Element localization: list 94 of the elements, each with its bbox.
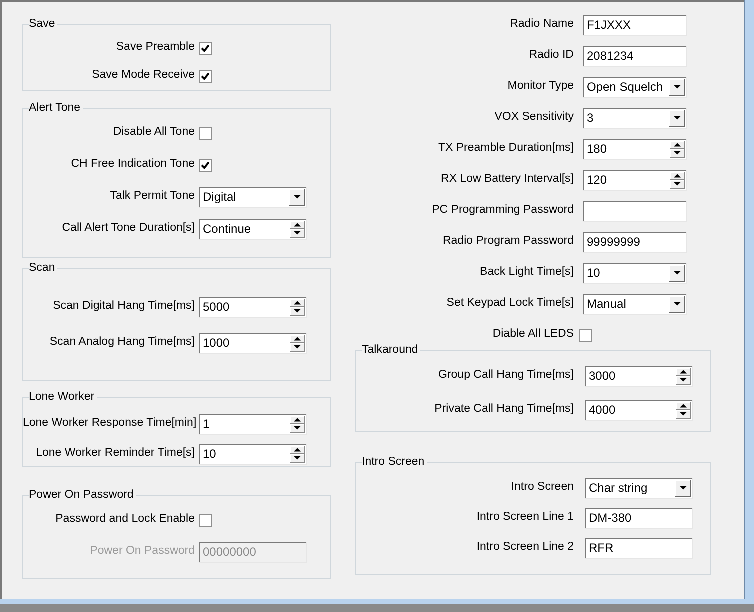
dropdown[interactable]: Digital (199, 186, 307, 208)
spin-box[interactable]: 1000 (199, 332, 307, 354)
up-triangle-icon (294, 222, 301, 226)
up-triangle-icon (294, 418, 301, 422)
field-label: Group Call Hang Time[ms] (438, 368, 574, 384)
field-label: Power On Password (89, 544, 195, 560)
up-triangle-icon (294, 300, 301, 304)
down-triangle-icon (674, 302, 680, 306)
field-label: TX Preamble Duration[ms] (438, 141, 574, 156)
checkbox[interactable] (199, 42, 212, 54)
checkbox[interactable] (199, 158, 212, 172)
down-triangle-icon (680, 378, 687, 382)
field-label: Save Preamble (115, 40, 195, 56)
field-label: Lone Worker Reminder Time[s] (35, 446, 195, 462)
spin-up-button[interactable] (670, 172, 685, 180)
field-label: Disable All Tone (112, 125, 195, 140)
field-label: CH Free Indication Tone (70, 157, 195, 172)
field-label: Radio Name (509, 17, 574, 32)
text-field[interactable]: RFR (585, 538, 693, 558)
field-label: Talk Permit Tone (109, 189, 195, 204)
up-triangle-icon (294, 336, 301, 340)
spin-box[interactable]: 10 (199, 444, 307, 464)
down-triangle-icon (674, 182, 681, 186)
field-label: RX Low Battery Interval[s] (440, 172, 574, 188)
spin-box[interactable]: 5000 (199, 296, 307, 318)
up-triangle-icon (680, 404, 687, 408)
spin-box[interactable]: 4000 (585, 400, 693, 420)
checkbox[interactable] (199, 70, 212, 82)
spin-up-button[interactable] (670, 140, 685, 148)
up-triangle-icon (674, 174, 681, 178)
spin-up-button[interactable] (290, 220, 305, 228)
text-field[interactable]: 99999999 (583, 232, 687, 252)
dropdown[interactable]: 10 (583, 262, 687, 284)
field-label: Radio ID (528, 48, 574, 64)
checkbox[interactable] (199, 514, 212, 526)
down-triangle-icon (680, 486, 686, 490)
down-triangle-icon (674, 85, 680, 89)
down-triangle-icon (674, 271, 680, 275)
field-label: Intro Screen Line 1 (476, 510, 574, 526)
field-label: Radio Program Password (442, 234, 574, 250)
spin-box[interactable]: Continue (199, 218, 307, 240)
dropdown-arrow-button[interactable] (289, 188, 305, 206)
spin-up-button[interactable] (676, 402, 691, 410)
dropdown-arrow-button[interactable] (669, 264, 685, 282)
field-label: Scan Digital Hang Time[ms] (52, 299, 195, 314)
dropdown-arrow-button[interactable] (669, 78, 685, 96)
field-label: Diable All LEDS (492, 327, 574, 342)
field-label: Save Mode Receive (91, 68, 195, 84)
down-triangle-icon (294, 309, 301, 313)
spin-box[interactable]: 180 (583, 138, 687, 160)
down-triangle-icon (674, 116, 680, 120)
down-triangle-icon (294, 426, 301, 430)
field-label: Scan Analog Hang Time[ms] (48, 335, 195, 350)
spin-up-button[interactable] (290, 334, 305, 342)
down-triangle-icon (680, 412, 687, 416)
field-label: Intro Screen (510, 480, 574, 496)
down-triangle-icon (294, 456, 301, 460)
checkbox[interactable] (579, 328, 592, 342)
text-field[interactable]: 2081234 (583, 46, 687, 66)
spin-up-button[interactable] (290, 446, 305, 454)
spin-up-button[interactable] (290, 298, 305, 306)
field-label: VOX Sensitivity (494, 110, 574, 126)
spin-up-button[interactable] (290, 416, 305, 424)
spin-box[interactable]: 1 (199, 414, 307, 434)
field-label: PC Programming Password (431, 203, 574, 218)
down-triangle-icon (294, 195, 300, 199)
checkbox[interactable] (199, 126, 212, 140)
text-field[interactable]: DM-380 (585, 508, 693, 528)
down-triangle-icon (674, 151, 681, 155)
up-triangle-icon (680, 370, 687, 374)
dropdown[interactable]: Open Squelch (583, 76, 687, 98)
dropdown-arrow-button[interactable] (669, 110, 685, 126)
down-triangle-icon (294, 345, 301, 349)
field-label: Password and Lock Enable (54, 512, 195, 528)
spin-up-button[interactable] (676, 368, 691, 376)
field-label: Call Alert Tone Duration[s] (61, 221, 195, 236)
field-label: Set Keypad Lock Time[s] (446, 296, 574, 312)
dropdown[interactable]: Char string (585, 478, 693, 498)
field-label: Back Light Time[s] (479, 265, 574, 280)
down-triangle-icon (294, 231, 301, 235)
field-label: Monitor Type (506, 79, 574, 94)
spin-box[interactable]: 120 (583, 170, 687, 190)
up-triangle-icon (294, 448, 301, 452)
spin-box[interactable]: 3000 (585, 366, 693, 386)
dropdown-arrow-button[interactable] (669, 296, 685, 312)
text-field[interactable]: F1JXXX (583, 14, 687, 36)
dropdown[interactable]: Manual (583, 294, 687, 314)
text-field[interactable] (583, 200, 687, 222)
field-label: Intro Screen Line 2 (476, 540, 574, 556)
field-label: Private Call Hang Time[ms] (434, 402, 574, 418)
dropdown-arrow-button[interactable] (675, 480, 691, 496)
up-triangle-icon (674, 142, 681, 146)
field-label: Lone Worker Response Time[min] (23, 416, 195, 432)
dropdown[interactable]: 3 (583, 108, 687, 128)
